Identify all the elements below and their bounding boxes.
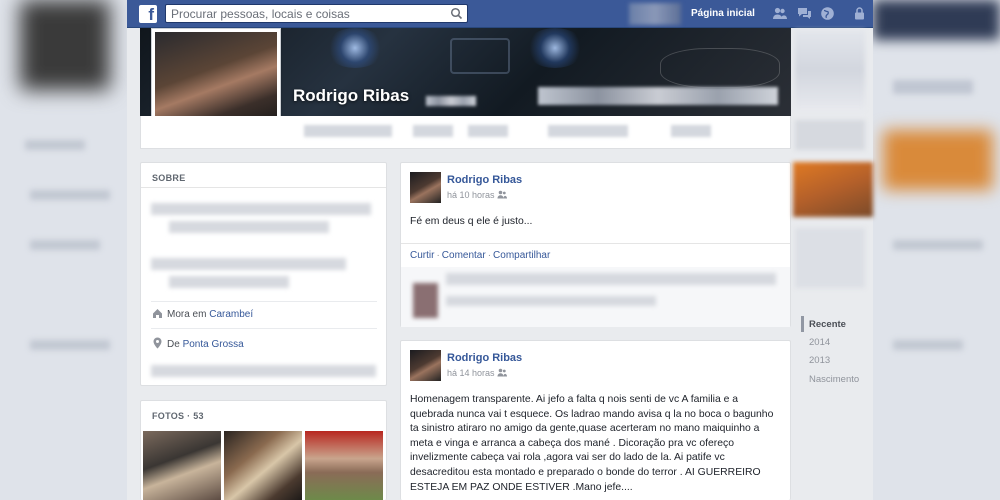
- post-card-1: Rodrigo Ribas há 10 horas Fé em deus q e…: [400, 162, 791, 327]
- timeline-item-birth[interactable]: Nascimento: [809, 374, 859, 385]
- home-icon: [153, 309, 162, 318]
- redacted-education-detail: [169, 276, 289, 288]
- blurred-left-screen: [0, 0, 127, 500]
- home-link[interactable]: Página inicial: [691, 8, 755, 19]
- timeline-item-2013[interactable]: 2013: [809, 355, 830, 366]
- top-user-avatar[interactable]: [629, 3, 681, 25]
- about-separator-2: [151, 328, 377, 329]
- friends-audience-icon[interactable]: [497, 368, 508, 377]
- redacted-work: [151, 203, 371, 215]
- timeline-item-recent[interactable]: Recente: [809, 319, 846, 330]
- messages-icon[interactable]: [797, 6, 812, 21]
- photos-heading[interactable]: FOTOS · 53: [152, 411, 204, 421]
- profile-name[interactable]: Rodrigo Ribas: [293, 86, 409, 106]
- like-link[interactable]: Curtir: [410, 250, 434, 261]
- redacted-right-mid: [795, 120, 865, 150]
- profile-tabs: [140, 116, 791, 149]
- lives-in-prefix: Mora em: [167, 309, 210, 320]
- post-author-avatar[interactable]: [410, 350, 441, 381]
- about-heading: SOBRE: [152, 173, 186, 183]
- lives-in-row: Mora em Carambeí: [152, 308, 253, 320]
- redacted-education: [151, 258, 346, 270]
- photo-thumbnail-1[interactable]: [143, 431, 221, 500]
- redacted-right-ad: [793, 162, 873, 217]
- search-icon[interactable]: [450, 7, 463, 20]
- blurred-right-screen: [873, 0, 1000, 500]
- timeline-item-2014[interactable]: 2014: [809, 337, 830, 348]
- photo-thumbnail-3[interactable]: [305, 431, 383, 500]
- redacted-commenter-avatar: [413, 283, 438, 318]
- post-timestamp: há 10 horas: [447, 190, 508, 200]
- post-author-name[interactable]: Rodrigo Ribas: [447, 174, 522, 186]
- post-author-avatar[interactable]: [410, 172, 441, 203]
- from-city-link[interactable]: Ponta Grossa: [183, 339, 244, 350]
- post-actions: Curtir · Comentar · Compartilhar: [410, 250, 551, 261]
- tab-friends[interactable]: [468, 125, 508, 137]
- redacted-nickname: [426, 96, 476, 106]
- post-text: Homenagem transparente. Ai jefo a falta …: [410, 394, 774, 493]
- about-separator: [151, 301, 377, 302]
- redacted-comment-line-2: [446, 296, 656, 306]
- about-divider: [141, 187, 386, 188]
- from-prefix: De: [167, 339, 183, 350]
- search-box: [165, 4, 468, 23]
- friend-requests-icon[interactable]: [772, 6, 787, 21]
- about-card: SOBRE Mora em Carambeí De Ponta Grossa: [140, 162, 387, 386]
- redacted-right-top: [795, 30, 865, 110]
- cover-car-grille: [450, 38, 510, 74]
- post-time-text[interactable]: há 14 horas: [447, 368, 495, 378]
- privacy-lock-icon[interactable]: [852, 6, 867, 21]
- post-timestamp: há 14 horas: [447, 368, 508, 378]
- top-navigation-bar: f Página inicial: [127, 0, 873, 28]
- post-divider: [401, 243, 790, 244]
- search-input[interactable]: [166, 5, 446, 23]
- redacted-right-lower: [795, 228, 865, 288]
- location-pin-icon: [153, 337, 162, 349]
- post-time-text[interactable]: há 10 horas: [447, 190, 495, 200]
- redacted-about-extra: [151, 365, 376, 377]
- post-author-name[interactable]: Rodrigo Ribas: [447, 352, 522, 364]
- tab-photos[interactable]: [548, 125, 628, 137]
- post-text: Fé em deus q ele é justo...: [410, 216, 533, 227]
- from-row: De Ponta Grossa: [152, 337, 244, 350]
- cover-wire: [660, 48, 780, 88]
- facebook-logo-icon[interactable]: f: [139, 5, 157, 23]
- share-link[interactable]: Compartilhar: [493, 250, 550, 261]
- notifications-globe-icon[interactable]: [820, 6, 835, 21]
- redacted-work-detail: [169, 221, 329, 233]
- post-card-2: Rodrigo Ribas há 14 horas Homenagem tran…: [400, 340, 791, 500]
- comment-link[interactable]: Comentar: [442, 250, 486, 261]
- redacted-cover-buttons: [538, 87, 778, 105]
- photo-thumbnail-2[interactable]: [224, 431, 302, 500]
- friends-audience-icon[interactable]: [497, 190, 508, 199]
- tab-about[interactable]: [413, 125, 453, 137]
- lives-in-city-link[interactable]: Carambeí: [209, 309, 253, 320]
- redacted-comment-line-1: [446, 273, 776, 285]
- tab-more[interactable]: [671, 125, 711, 137]
- tab-timeline[interactable]: [304, 125, 392, 137]
